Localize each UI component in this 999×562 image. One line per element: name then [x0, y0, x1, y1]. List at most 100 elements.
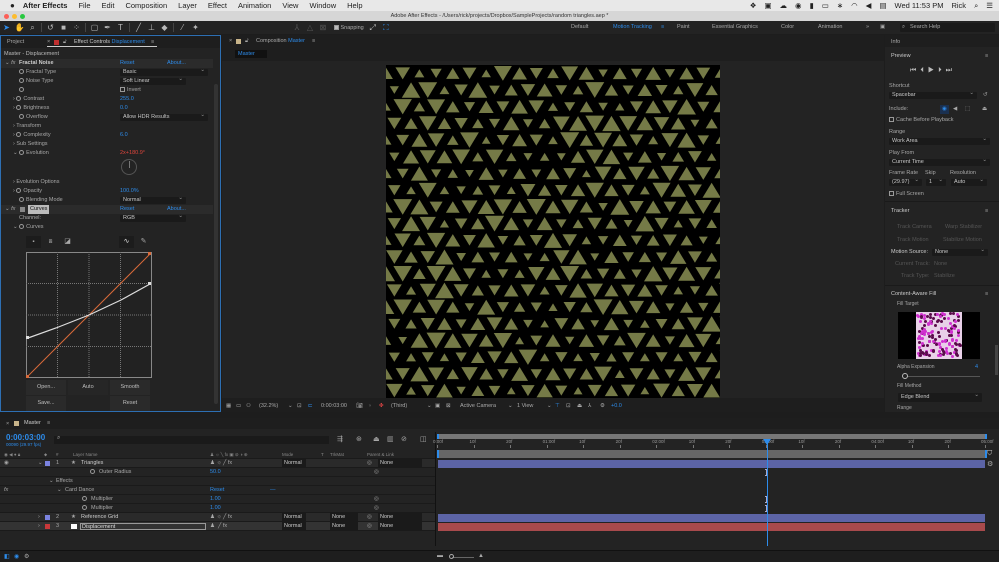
first-frame-icon[interactable]: ⏮: [910, 67, 920, 74]
workspace-color[interactable]: Color: [781, 21, 794, 34]
chevron-down-icon[interactable]: ⌄: [547, 400, 552, 412]
noise-type-dropdown[interactable]: Soft Linear: [120, 76, 186, 85]
workspace-menu-icon[interactable]: ≡: [661, 21, 664, 34]
in-out-toggle-icon[interactable]: ⚙: [24, 553, 29, 560]
menu-composition[interactable]: Composition: [125, 1, 167, 10]
alpha-expansion-value[interactable]: 4: [975, 363, 978, 372]
menu-view[interactable]: View: [282, 1, 298, 10]
menu-app-name[interactable]: After Effects: [23, 1, 68, 10]
full-screen-checkbox[interactable]: Full Screen: [889, 190, 924, 199]
show-snapshot-icon[interactable]: ◑: [368, 400, 371, 412]
resolution-dropdown[interactable]: Auto: [951, 177, 987, 186]
wifi-icon[interactable]: ◠: [851, 1, 858, 10]
multiplier-value[interactable]: 1.00: [210, 504, 221, 513]
reset-shortcut-icon[interactable]: ↺: [983, 91, 988, 100]
layer-duration-bar-selected[interactable]: [438, 523, 985, 531]
curves-graph[interactable]: [26, 252, 152, 378]
overflow-dropdown[interactable]: Allow HDR Results: [120, 112, 208, 121]
collapse-chevron-icon[interactable]: ⌄ fx: [5, 205, 15, 214]
airplay-icon[interactable]: ▭: [822, 1, 829, 10]
parent-dropdown[interactable]: None: [378, 522, 422, 531]
exposure-value[interactable]: +0.0: [611, 400, 622, 412]
tab-effect-controls[interactable]: Effect Controls Displacement: [74, 39, 145, 45]
axis-local-icon[interactable]: ⅄: [292, 23, 302, 33]
stopwatch-icon[interactable]: [16, 105, 22, 111]
curve-point[interactable]: [26, 336, 29, 339]
puppet-tool-icon[interactable]: ✦: [191, 23, 201, 33]
contrast-value[interactable]: 255.0: [120, 95, 134, 104]
shy-layers-icon[interactable]: ⏏: [373, 435, 380, 443]
lock-icon[interactable]: 🔓︎: [63, 39, 67, 46]
collapse-chevron-icon[interactable]: ⌄ fx: [5, 59, 15, 68]
property-row-outer-radius[interactable]: Outer Radius 50.0 ◎: [0, 468, 435, 477]
vr-icon[interactable]: ⚇: [246, 400, 251, 412]
cloud-icon[interactable]: ☁: [780, 1, 788, 10]
curve-point[interactable]: [148, 282, 151, 285]
evolution-angle-dial[interactable]: [121, 159, 137, 175]
frame-rate-dropdown[interactable]: (29.97): [889, 177, 922, 186]
stopwatch-icon[interactable]: [19, 78, 24, 84]
menu-layer[interactable]: Layer: [178, 1, 197, 10]
mode-dropdown[interactable]: Normal: [282, 522, 306, 531]
apple-icon[interactable]: ●: [10, 1, 15, 10]
axis-view-icon[interactable]: ⊠: [318, 23, 328, 33]
rotation-tool-icon[interactable]: ↺: [46, 23, 56, 33]
flowchart-icon[interactable]: ⅄: [588, 400, 591, 412]
camera-view-dropdown[interactable]: Active Camera: [460, 400, 496, 412]
scrollbar[interactable]: [214, 84, 218, 404]
trkmat-dropdown[interactable]: None: [330, 513, 358, 522]
spotlight-icon[interactable]: ⌕: [974, 1, 978, 11]
property-group-evolution-options[interactable]: › Evolution Options: [13, 178, 59, 187]
cache-before-playback-checkbox[interactable]: Cache Before Playback: [889, 116, 953, 125]
panel-menu-icon[interactable]: ≡: [985, 290, 988, 299]
property-row-effects[interactable]: ⌄ Effects: [0, 477, 435, 486]
comp-marker-bin-icon[interactable]: ⛉: [987, 450, 997, 460]
property-row-multiplier[interactable]: Multiplier 1.00 ◎: [0, 504, 435, 513]
current-time-display[interactable]: 0:00:03:00: [321, 400, 347, 412]
rectangle-tool-icon[interactable]: ▢: [90, 23, 100, 33]
lock-icon[interactable]: 🔓︎: [245, 38, 249, 45]
bezier-curve-tool-icon[interactable]: ∿: [119, 236, 134, 248]
curve-size-large-icon[interactable]: ◪: [60, 236, 75, 248]
zoom-in-icon[interactable]: ▲: [478, 553, 484, 559]
layer-row-selected[interactable]: › 3 Displacement ♟ ╱ fx Normal None ◎ No…: [0, 522, 435, 531]
camera-tool-icon[interactable]: ■: [59, 23, 69, 33]
stopwatch-icon[interactable]: [90, 468, 97, 477]
workspace-essential-graphics[interactable]: Essential Graphics: [712, 21, 758, 34]
workspace-motion-tracking[interactable]: Motion Tracking: [613, 21, 652, 34]
checkbox-box[interactable]: [120, 87, 125, 93]
safe-zones-icon[interactable]: ⊡: [297, 400, 302, 412]
playhead-handle[interactable]: [762, 439, 771, 445]
close-tab-icon[interactable]: ×: [229, 38, 232, 44]
search-help-input[interactable]: ⌕ Search Help: [900, 23, 995, 32]
bluetooth-icon[interactable]: ∗: [837, 1, 843, 10]
property-group-sub-settings[interactable]: › Sub Settings: [13, 140, 48, 149]
pickwhip-icon[interactable]: ◎: [374, 504, 379, 513]
blending-mode-dropdown[interactable]: Normal: [120, 195, 186, 204]
expand-chevron-icon[interactable]: ⌄: [49, 477, 54, 486]
transparency-grid-icon[interactable]: ⊠: [446, 400, 451, 412]
export-icon[interactable]: ⏏: [982, 105, 987, 114]
pen-tool-icon[interactable]: ✒: [103, 23, 113, 33]
complexity-value[interactable]: 6.0: [120, 131, 128, 140]
stabilize-motion-button[interactable]: Stabilize Motion: [943, 236, 982, 245]
stopwatch-icon[interactable]: [19, 150, 25, 156]
battery-icon[interactable]: ▮: [810, 1, 814, 10]
mask-visibility-icon[interactable]: ⊏: [308, 400, 313, 412]
menu-animation[interactable]: Animation: [238, 1, 271, 10]
roto-brush-tool-icon[interactable]: ⁄: [178, 23, 188, 33]
timeline-current-time[interactable]: 0:00:03:00: [6, 433, 45, 442]
warp-stabilizer-button[interactable]: Warp Stabilizer: [945, 223, 982, 232]
tab-master-timeline[interactable]: Master: [24, 420, 41, 426]
property-group-transform[interactable]: › Transform: [13, 122, 41, 131]
snap-features-icon[interactable]: ⛶: [381, 23, 391, 33]
property-row-card-dance[interactable]: fx ⌄ Card Dance Reset —: [0, 486, 435, 495]
stopwatch-icon[interactable]: [82, 495, 89, 504]
close-tab-icon[interactable]: ×: [6, 421, 9, 427]
resolution-dropdown[interactable]: (Third): [391, 400, 407, 412]
fast-previews-icon[interactable]: ⊡: [566, 400, 571, 412]
play-from-dropdown[interactable]: Current Time: [889, 157, 990, 166]
motion-blur-icon[interactable]: ⊘: [401, 435, 407, 443]
opacity-value[interactable]: 100.0%: [120, 187, 139, 196]
menu-effect[interactable]: Effect: [208, 1, 227, 10]
